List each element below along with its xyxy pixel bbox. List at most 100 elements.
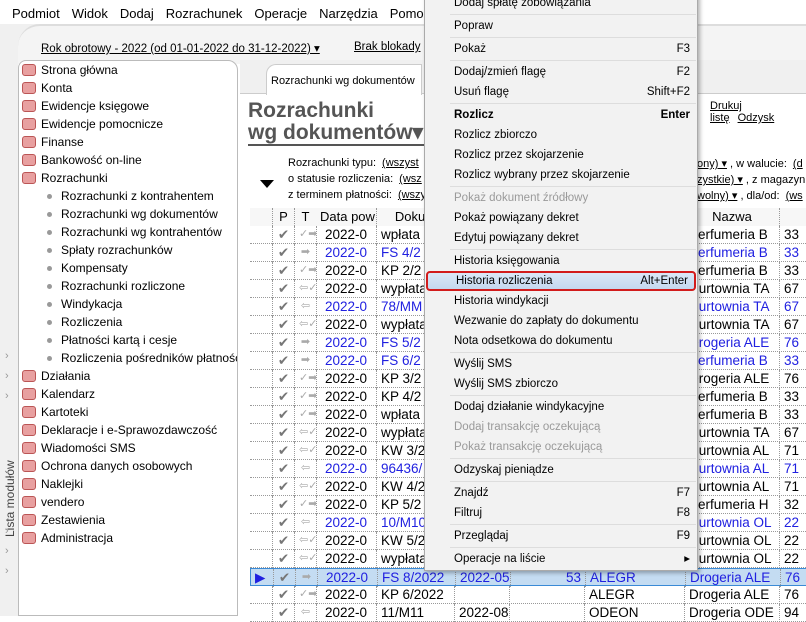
date-cell: 2022-0 <box>316 298 377 316</box>
menu-item-label: Operacje na liście <box>454 553 546 565</box>
checkmark-icon: ✔ <box>273 334 295 352</box>
menu-podmiot[interactable]: Podmiot <box>6 0 66 24</box>
sidebar-item[interactable]: Rozliczenia <box>19 313 237 331</box>
filter-value[interactable]: ony) ▾ <box>697 158 727 170</box>
menu-item-rozlicz-przez-skojarzenie[interactable]: Rozlicz przez skojarzenie <box>450 145 696 165</box>
filter-value[interactable]: wolny) ▾ <box>697 190 737 202</box>
sidebar-item[interactable]: Naklejki <box>19 475 237 493</box>
sidebar-item[interactable]: Strona główna <box>19 61 237 79</box>
sidebar-item[interactable]: Kompensaty <box>19 259 237 277</box>
checkmark-icon: ✔ <box>273 226 295 244</box>
menu-item-wezwanie-do-zap-aty-do-dokumentu[interactable]: Wezwanie do zapłaty do dokumentu <box>450 311 696 331</box>
menu-rozrachunek[interactable]: Rozrachunek <box>160 0 249 24</box>
sidebar-item[interactable]: Spłaty rozrachunków <box>19 241 237 259</box>
column-header[interactable]: P <box>273 208 295 226</box>
sidebar-item[interactable]: Zestawienia <box>19 511 237 529</box>
filter-value[interactable]: zystkie) ▾ <box>697 174 743 186</box>
menu-item-poka-powi-zany-dekret[interactable]: Pokaż powiązany dekret <box>450 208 696 228</box>
nip-cell: 22 <box>780 514 806 532</box>
sidebar-item[interactable]: Działania <box>19 367 237 385</box>
sidebar-item[interactable]: Rozrachunki wg kontrahentów <box>19 223 237 241</box>
chevron-right-icon[interactable]: › <box>5 545 9 557</box>
tab-rozrachunki-wg-dokumentow[interactable]: Rozrachunki wg dokumentów <box>266 64 422 95</box>
sidebar-item[interactable]: Administracja <box>19 529 237 547</box>
recover-link[interactable]: Odzysk <box>738 112 775 124</box>
sidebar-item[interactable]: Rozrachunki rozliczone <box>19 277 237 295</box>
date-cell: 2022-0 <box>316 514 377 532</box>
menu-item-popraw[interactable]: Popraw <box>450 16 696 36</box>
transaction-direction-icon: ➡ <box>295 352 317 370</box>
menu-item-przegl-daj[interactable]: Przeglądaj F9 <box>450 526 696 546</box>
filter-status-value[interactable]: (wsz <box>399 173 422 185</box>
menu-item-odzyskaj-pieni-dze[interactable]: Odzyskaj pieniądze <box>450 460 696 480</box>
sidebar-item[interactable]: Ewidencje księgowe <box>19 97 237 115</box>
menu-narzędzia[interactable]: Narzędzia <box>313 0 384 24</box>
menu-item-label: Usuń flagę <box>454 86 509 98</box>
sidebar-item[interactable]: Windykacja <box>19 295 237 313</box>
fiscal-year-selector[interactable]: Rok obrotowy - 2022 (od 01-01-2022 do 31… <box>41 41 320 55</box>
sidebar-item[interactable]: Finanse <box>19 133 237 151</box>
module-icon <box>22 172 36 184</box>
sidebar-item[interactable]: Ochrona danych osobowych <box>19 457 237 475</box>
filter-currency-value[interactable]: (d <box>793 158 803 170</box>
chevron-right-icon[interactable]: › <box>5 350 9 362</box>
menu-item-edytuj-powi-zany-dekret[interactable]: Edytuj powiązany dekret <box>450 228 696 248</box>
sidebar-item[interactable]: Deklaracje i e-Sprawozdawczość <box>19 421 237 439</box>
date-cell: 2022-0 <box>316 280 377 298</box>
sidebar-item[interactable]: Konta <box>19 79 237 97</box>
sidebar-item[interactable]: Rozrachunki <box>19 169 237 187</box>
column-header[interactable] <box>250 208 273 226</box>
menu-item-dodaj-zmie-flag-[interactable]: Dodaj/zmień flagę F2 <box>450 62 696 82</box>
table-row[interactable]: ✔ ✓➡ 2022-0 KP 6/2022 ALEGR Drogeria ALE 76 <box>250 586 806 604</box>
menu-item-znajd-[interactable]: Znajdź F7 <box>450 483 696 503</box>
menu-item-poka-[interactable]: Pokaż F3 <box>450 39 696 59</box>
column-header[interactable]: Nazwa <box>685 208 780 226</box>
menu-item-dodaj-sp-at-zobowi-zania[interactable]: Dodaj spłatę zobowiązania <box>450 0 696 13</box>
menu-item-wy-lij-sms[interactable]: Wyślij SMS <box>450 354 696 374</box>
menu-widok[interactable]: Widok <box>66 0 114 24</box>
menu-item-rozlicz-zbiorczo[interactable]: Rozlicz zbiorczo <box>450 125 696 145</box>
menu-item-wy-lij-sms-zbiorczo[interactable]: Wyślij SMS zbiorczo <box>450 374 696 394</box>
sidebar-item[interactable]: Kartoteki <box>19 403 237 421</box>
chevron-right-icon[interactable]: › <box>5 525 9 537</box>
menu-item-nota-odsetkowa-do-dokumentu[interactable]: Nota odsetkowa do dokumentu <box>450 331 696 351</box>
sidebar-item[interactable]: Rozrachunki z kontrahentem <box>19 187 237 205</box>
menu-dodaj[interactable]: Dodaj <box>114 0 160 24</box>
lock-status-link[interactable]: Brak blokady <box>354 41 420 53</box>
sidebar-item[interactable]: Bankowość on-line <box>19 151 237 169</box>
sidebar-item[interactable]: Kalendarz <box>19 385 237 403</box>
filter-for-from-value[interactable]: (ws <box>786 190 803 202</box>
menu-item-filtruj[interactable]: Filtruj F8 <box>450 503 696 523</box>
menu-item-historia-ksi-gowania[interactable]: Historia księgowania <box>450 251 696 271</box>
chevron-right-icon[interactable]: › <box>5 370 9 382</box>
menu-item-historia-windykacji[interactable]: Historia windykacji <box>450 291 696 311</box>
row-indicator <box>250 586 273 604</box>
menu-item-historia-rozliczenia[interactable]: Historia rozliczenia Alt+Enter <box>426 271 696 291</box>
sidebar-item[interactable]: Rozliczenia pośredników płatności <box>19 349 237 367</box>
filter-type-value[interactable]: (wszyst <box>382 157 419 169</box>
sidebar-item[interactable]: Płatności kartą i cesje <box>19 331 237 349</box>
sidebar-item[interactable]: Rozrachunki wg dokumentów <box>19 205 237 223</box>
filter-due-value[interactable]: (wszy <box>398 189 426 201</box>
menu-item-operacje-na-li-cie[interactable]: Operacje na liście ▸ <box>450 549 696 569</box>
module-list-strip[interactable]: Lista modułów › › › › › › <box>0 60 18 616</box>
chevron-right-icon[interactable]: › <box>5 565 9 577</box>
column-header[interactable]: T <box>295 208 317 226</box>
nip-cell: 71 <box>780 442 806 460</box>
column-header[interactable] <box>780 208 806 226</box>
table-row[interactable]: ✔⇦2022-011/M112022-08-04 ODEONDrogeria OD… <box>250 604 806 622</box>
page-title-line2[interactable]: wg dokumentów▾ <box>248 122 428 144</box>
column-header[interactable]: Data pow <box>316 208 377 226</box>
sidebar-item[interactable]: Ewidencje pomocnicze <box>19 115 237 133</box>
menu-item-usu-flag-[interactable]: Usuń flagę Shift+F2 <box>450 82 696 102</box>
checkmark-icon: ✔ <box>273 388 295 406</box>
sidebar-item[interactable]: Wiadomości SMS <box>19 439 237 457</box>
transaction-direction-icon: ⇦✓ <box>295 478 317 496</box>
sidebar-item[interactable]: vendero <box>19 493 237 511</box>
menu-item-rozlicz-wybrany-przez-skojarzenie[interactable]: Rozlicz wybrany przez skojarzenie <box>450 165 696 185</box>
menu-item-rozlicz[interactable]: Rozlicz Enter <box>450 105 696 125</box>
menu-operacje[interactable]: Operacje <box>248 0 313 24</box>
menu-item-dodaj-dzia-anie-windykacyjne[interactable]: Dodaj działanie windykacyjne <box>450 397 696 417</box>
filter-collapse-icon[interactable] <box>260 180 274 188</box>
chevron-right-icon[interactable]: › <box>5 390 9 402</box>
